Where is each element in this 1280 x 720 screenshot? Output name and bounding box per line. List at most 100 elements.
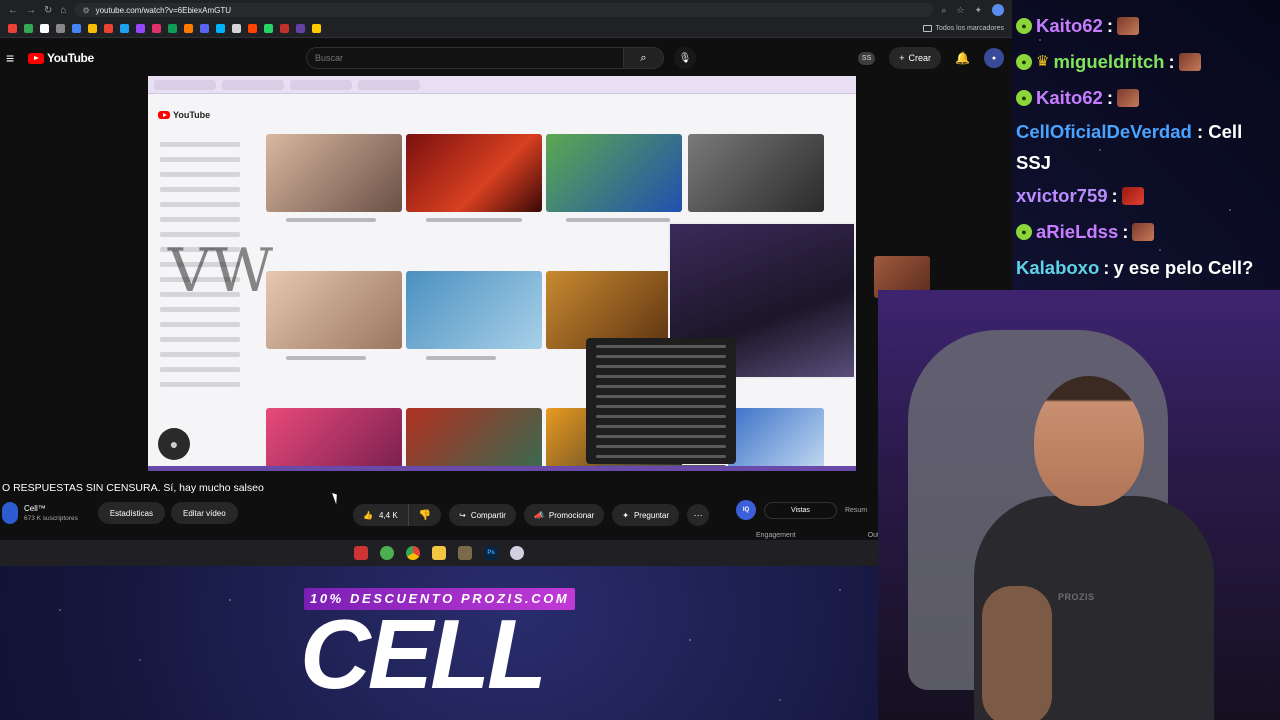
stream-chat: ● Kaito62 : ● ♛ migueldritch : ● Kaito62… <box>1016 8 1280 286</box>
ask-button[interactable]: ✦ Preguntar <box>612 504 680 526</box>
bookmark-icon[interactable] <box>104 24 113 33</box>
all-bookmarks-folder[interactable]: Todos los marcadores <box>922 25 1004 32</box>
bookmark-icon[interactable] <box>184 24 193 33</box>
chat-message: xvictor759 : <box>1016 178 1280 214</box>
zoom-icon[interactable]: ⌕ <box>941 5 946 16</box>
file-explorer-icon[interactable] <box>432 546 446 560</box>
emote-icon <box>1132 223 1155 241</box>
search-button[interactable]: ⌕ <box>624 47 664 69</box>
url-text: youtube.com/watch?v=6EbiexAmGTU <box>95 5 232 15</box>
bookmarks-bar: Todos los marcadores <box>0 20 1012 38</box>
bookmark-icon[interactable] <box>120 24 129 33</box>
iq-badge[interactable]: IQ <box>736 500 756 520</box>
video-thumbnail <box>266 408 402 468</box>
hamburger-menu-icon[interactable]: ≡ <box>6 50 22 66</box>
chat-message: ● Kaito62 : <box>1016 80 1280 116</box>
bookmark-icon[interactable] <box>248 24 257 33</box>
bookmark-icon[interactable] <box>296 24 305 33</box>
chat-message: ● Kaito62 : <box>1016 8 1280 44</box>
video-inner-youtube-logo: YouTube <box>158 110 210 120</box>
video-actions: 👍 4,4 K 👎 ↪ Compartir 📣 Promocionar ✦ Pr… <box>353 504 710 526</box>
streamer <box>974 376 1214 720</box>
bookmark-icon[interactable] <box>200 24 209 33</box>
mic-icon: 🎙 <box>678 52 692 64</box>
video-title: O RESPUESTAS SIN CENSURA. Sí, hay mucho … <box>2 482 264 494</box>
tab-views[interactable]: Vistas <box>764 501 837 519</box>
streamer-brand-logo: CELL <box>300 599 547 709</box>
tab-summary[interactable]: Resum <box>845 507 867 514</box>
youtube-logo-text: YouTube <box>47 51 94 65</box>
bookmark-icon[interactable] <box>88 24 97 33</box>
video-thumbnail <box>688 134 824 212</box>
forward-icon[interactable]: → <box>26 5 36 16</box>
chat-message: CellOficialDeVerdad : Cell SSJ <box>1016 121 1243 173</box>
video-thumbnail <box>406 271 542 349</box>
share-label: Compartir <box>470 510 506 520</box>
bookmark-icon[interactable] <box>136 24 145 33</box>
share-button[interactable]: ↪ Compartir <box>449 504 516 526</box>
address-bar[interactable]: ⚙ youtube.com/watch?v=6EbiexAmGTU <box>74 3 934 17</box>
dislike-button[interactable]: 👎 <box>409 504 441 526</box>
ss-badge[interactable]: SS <box>857 51 876 65</box>
engagement-label: Engagement <box>756 532 796 539</box>
site-info-icon[interactable]: ⚙ <box>82 6 89 15</box>
reload-icon[interactable]: ↻ <box>44 5 52 16</box>
analytics-tabs: IQ Vistas Resum <box>736 500 886 520</box>
search-bar: ⌕ 🎙 <box>306 47 696 69</box>
profile-avatar[interactable] <box>992 4 1004 16</box>
video-watermark-logo: VW <box>168 236 273 306</box>
create-button[interactable]: + Crear <box>889 47 942 69</box>
like-button[interactable]: 👍 4,4 K <box>353 504 409 526</box>
channel-avatar[interactable] <box>2 502 18 524</box>
bookmark-icon[interactable] <box>56 24 65 33</box>
spotify-icon[interactable] <box>380 546 394 560</box>
bookmark-icon[interactable] <box>216 24 225 33</box>
header-actions: SS + Crear 🔔 ● <box>857 47 1004 69</box>
browser-window: ← → ↻ ⌂ ⚙ youtube.com/watch?v=6EbiexAmGT… <box>0 0 1012 566</box>
bookmark-icon[interactable] <box>152 24 161 33</box>
bookmark-icon[interactable] <box>72 24 81 33</box>
bookmark-icon[interactable] <box>40 24 49 33</box>
more-actions-button[interactable]: ··· <box>687 504 710 526</box>
app-icon[interactable] <box>510 546 524 560</box>
video-inner-tab <box>290 79 352 90</box>
bookmark-icon[interactable] <box>264 24 273 33</box>
notifications-bell-icon[interactable]: 🔔 <box>955 51 970 65</box>
search-input[interactable] <box>306 47 624 69</box>
channel-name[interactable]: Cell™ <box>24 504 78 513</box>
chat-username: Kalaboxo <box>1016 257 1100 278</box>
chat-username: migueldritch <box>1053 51 1165 72</box>
account-avatar[interactable]: ● <box>984 48 1004 68</box>
promote-button[interactable]: 📣 Promocionar <box>523 504 605 526</box>
photoshop-icon[interactable]: Ps <box>484 546 498 560</box>
bookmark-icon[interactable] <box>232 24 241 33</box>
youtube-logo[interactable]: YouTube <box>28 51 94 65</box>
bookmark-icon[interactable] <box>168 24 177 33</box>
chrome-icon[interactable] <box>406 546 420 560</box>
stats-button[interactable]: Estadísticas <box>97 502 165 524</box>
extensions-icon[interactable]: ✦ <box>974 5 982 16</box>
bookmark-icon[interactable] <box>280 24 289 33</box>
back-icon[interactable]: ← <box>8 5 18 16</box>
video-inner-logo-text: YouTube <box>173 110 211 120</box>
chat-message: ● aRieLdss : <box>1016 214 1280 250</box>
shirt-logo: PROZIS <box>1058 592 1095 602</box>
bookmark-icon[interactable] <box>8 24 17 33</box>
home-icon[interactable]: ⌂ <box>60 5 66 16</box>
streamer-webcam: PROZIS <box>878 290 1280 720</box>
subscriber-badge-icon: ● <box>1016 90 1032 106</box>
bookmark-icon[interactable] <box>312 24 321 33</box>
obs-icon[interactable] <box>354 546 368 560</box>
voice-search-button[interactable]: 🎙 <box>674 47 696 69</box>
video-player[interactable]: YouTube VW ● <box>148 76 856 471</box>
context-menu <box>586 338 736 468</box>
video-thumbnail <box>728 408 824 468</box>
subscriber-badge-icon: ● <box>1016 224 1032 240</box>
bookmark-icon[interactable] <box>24 24 33 33</box>
video-progress-bar[interactable] <box>148 466 856 471</box>
edit-video-button[interactable]: Editar vídeo <box>170 502 238 524</box>
youtube-play-icon <box>158 111 170 119</box>
app-icon[interactable] <box>458 546 472 560</box>
thumbs-down-icon: 👎 <box>418 509 432 521</box>
bookmark-star-icon[interactable]: ☆ <box>956 5 964 16</box>
